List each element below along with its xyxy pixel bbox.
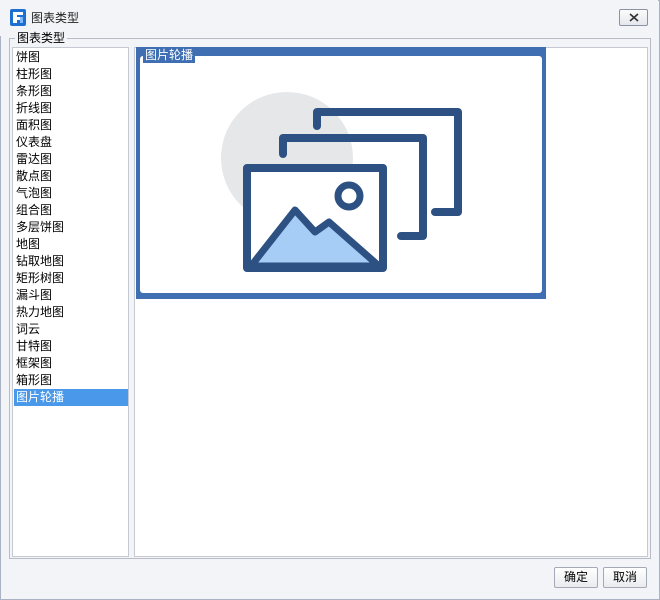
group-label: 图表类型 [15,31,68,45]
chart-type-item[interactable]: 图片轮播 [14,389,128,406]
chart-type-item[interactable]: 雷达图 [14,151,128,168]
chart-type-item[interactable]: 面积图 [14,117,128,134]
app-logo-icon [10,9,26,26]
image-carousel-icon [221,92,462,272]
close-button[interactable] [619,9,648,26]
chart-type-item[interactable]: 多层饼图 [14,219,128,236]
chart-type-item[interactable]: 箱形图 [14,372,128,389]
chart-type-item[interactable]: 词云 [14,321,128,338]
ok-button[interactable]: 确定 [554,567,598,588]
window-title: 图表类型 [31,11,80,25]
chart-type-item[interactable]: 组合图 [14,202,128,219]
chart-type-item[interactable]: 柱形图 [14,66,128,83]
chart-type-item[interactable]: 矩形树图 [14,270,128,287]
chart-type-item[interactable]: 散点图 [14,168,128,185]
chart-type-item[interactable]: 条形图 [14,83,128,100]
close-icon [629,13,639,22]
chart-type-item[interactable]: 地图 [14,236,128,253]
title-bar: 图表类型 [0,0,658,36]
chart-type-item[interactable]: 漏斗图 [14,287,128,304]
card-label: 图片轮播 [143,48,196,63]
chart-type-item[interactable]: 钻取地图 [14,253,128,270]
chart-type-item[interactable]: 框架图 [14,355,128,372]
chart-type-item[interactable]: 甘特图 [14,338,128,355]
chart-type-item[interactable]: 饼图 [14,49,128,66]
chart-type-item[interactable]: 仪表盘 [14,134,128,151]
chart-type-item[interactable]: 热力地图 [14,304,128,321]
chart-type-item[interactable]: 折线图 [14,100,128,117]
cancel-button[interactable]: 取消 [603,567,647,588]
chart-type-item[interactable]: 气泡图 [14,185,128,202]
chart-type-list[interactable]: 饼图 柱形图 条形图 折线图 面积图 仪表盘 雷达图 散点图 气泡图 组合图 多层饼图 地图 钻取地图矩… [12,47,129,557]
